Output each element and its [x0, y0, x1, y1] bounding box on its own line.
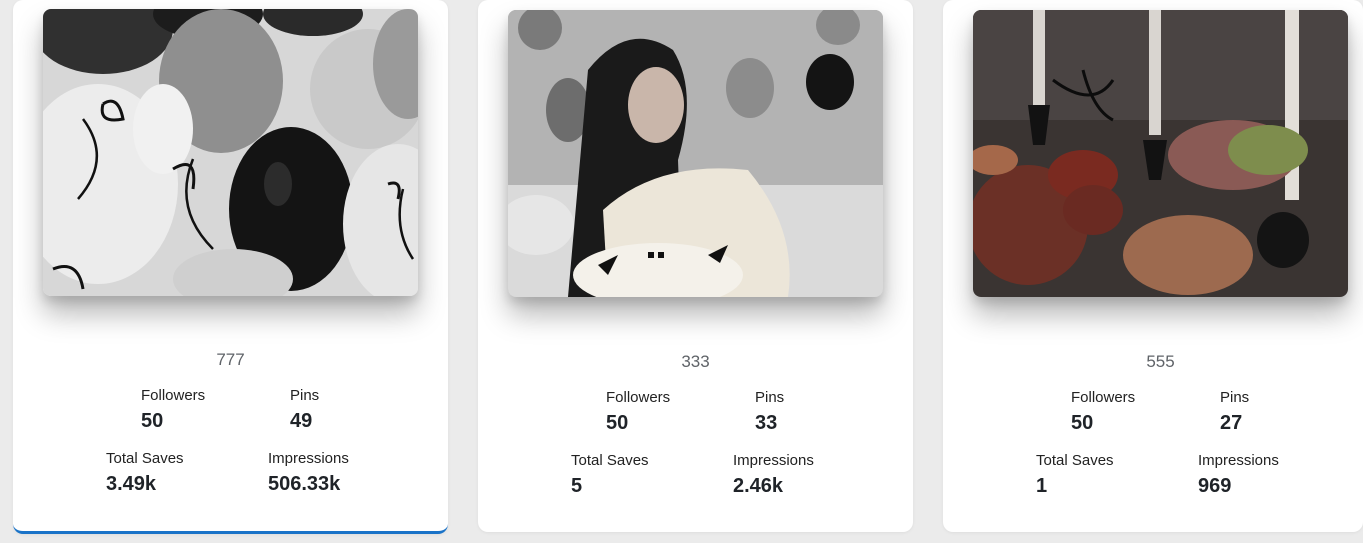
pins-label: Pins [1220, 389, 1250, 406]
board-card[interactable]: 333 Followers 50 Pins 33 Total Saves 5 I… [478, 0, 913, 532]
followers-value: 50 [606, 412, 629, 434]
impressions-stat: Impressions 506.33k [268, 450, 349, 496]
total-saves-stat: Total Saves 1 [1036, 452, 1114, 498]
pins-label: Pins [755, 389, 785, 406]
board-card[interactable]: 777 Followers 50 Pins 49 Total Saves 3.4… [13, 0, 448, 534]
impressions-label: Impressions [1198, 452, 1279, 469]
impressions-stat: Impressions 2.46k [733, 452, 814, 498]
pins-value: 33 [755, 412, 778, 434]
board-card[interactable]: 555 Followers 50 Pins 27 Total Saves 1 I… [943, 0, 1363, 532]
total-saves-label: Total Saves [571, 452, 649, 469]
total-saves-value: 1 [1036, 475, 1048, 497]
pins-value: 27 [1220, 412, 1243, 434]
impressions-value: 506.33k [268, 473, 341, 495]
impressions-value: 2.46k [733, 475, 784, 497]
followers-label: Followers [141, 387, 206, 404]
followers-value: 50 [141, 410, 164, 432]
followers-stat: Followers 50 [606, 389, 670, 435]
portrait-photo [508, 10, 883, 297]
total-saves-label: Total Saves [1036, 452, 1114, 469]
impressions-label: Impressions [733, 452, 814, 469]
board-thumbnail-balloons[interactable] [43, 9, 418, 296]
balloons-photo [43, 9, 418, 296]
impressions-stat: Impressions 969 [1198, 452, 1279, 498]
pins-stat: Pins 49 [290, 387, 319, 433]
total-saves-stat: Total Saves 3.49k [106, 450, 184, 496]
total-saves-stat: Total Saves 5 [571, 452, 649, 498]
followers-label: Followers [1071, 389, 1136, 406]
board-thumbnail-portrait[interactable] [508, 10, 883, 297]
board-name: 777 [216, 350, 245, 369]
board-name: 555 [1146, 352, 1175, 371]
pins-label: Pins [290, 387, 320, 404]
board-name: 333 [681, 352, 710, 371]
followers-value: 50 [1071, 412, 1094, 434]
party-table-photo [973, 10, 1348, 297]
followers-label: Followers [606, 389, 671, 406]
impressions-label: Impressions [268, 450, 349, 467]
total-saves-label: Total Saves [106, 450, 184, 467]
total-saves-value: 5 [571, 475, 583, 497]
impressions-value: 969 [1198, 475, 1232, 497]
pins-value: 49 [290, 410, 313, 432]
pins-stat: Pins 27 [1220, 389, 1249, 435]
pins-stat: Pins 33 [755, 389, 784, 435]
total-saves-value: 3.49k [106, 473, 157, 495]
followers-stat: Followers 50 [1071, 389, 1135, 435]
followers-stat: Followers 50 [141, 387, 205, 433]
boards-grid: 777 Followers 50 Pins 49 Total Saves 3.4… [0, 0, 1363, 543]
board-thumbnail-party-table[interactable] [973, 10, 1348, 297]
